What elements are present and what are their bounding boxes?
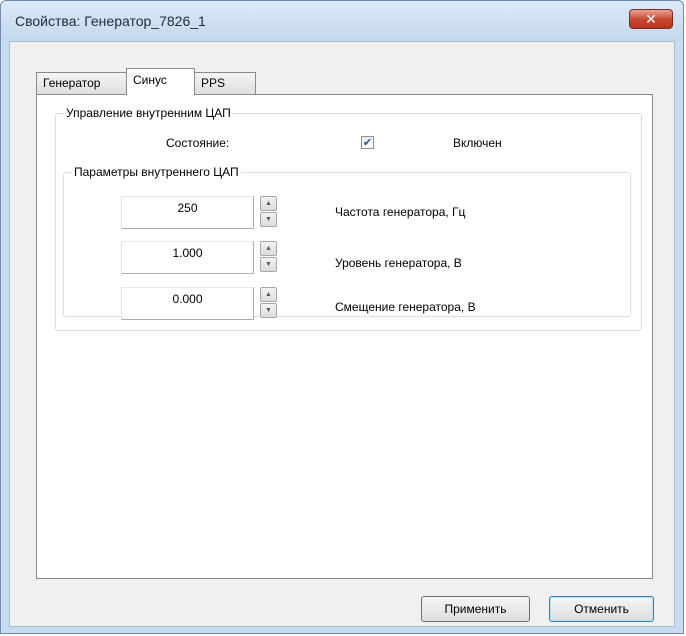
frequency-input[interactable] xyxy=(121,196,254,229)
state-label: Состояние: xyxy=(166,136,230,150)
frequency-spin-up-button[interactable]: ▲ xyxy=(260,196,277,211)
offset-spin-up-button[interactable]: ▲ xyxy=(260,287,277,302)
tab-pps[interactable]: PPS xyxy=(194,72,256,94)
dialog-window: Свойства: Генератор_7826_1 ✕ Генератор С… xyxy=(0,0,684,634)
enabled-label: Включен xyxy=(453,136,502,150)
arrow-down-icon: ▼ xyxy=(265,307,272,314)
title-bar[interactable]: Свойства: Генератор_7826_1 ✕ xyxy=(1,1,683,41)
arrow-up-icon: ▲ xyxy=(265,291,272,298)
level-label: Уровень генератора, В xyxy=(335,256,462,270)
arrow-up-icon: ▲ xyxy=(265,245,272,252)
tab-generator[interactable]: Генератор xyxy=(36,72,127,94)
offset-spinner[interactable]: ▲ ▼ xyxy=(260,287,277,319)
dac-params-legend: Параметры внутреннего ЦАП xyxy=(74,165,239,179)
frequency-spin-down-button[interactable]: ▼ xyxy=(260,212,277,227)
offset-input[interactable] xyxy=(121,287,254,320)
level-spin-down-button[interactable]: ▼ xyxy=(260,257,277,272)
dac-control-legend: Управление внутренним ЦАП xyxy=(66,106,231,120)
tab-sine[interactable]: Синус xyxy=(126,68,195,95)
cancel-button[interactable]: Отменить xyxy=(549,596,654,622)
level-input[interactable] xyxy=(121,241,254,274)
checkmark-icon: ✔ xyxy=(362,137,373,149)
level-spinner[interactable]: ▲ ▼ xyxy=(260,241,277,273)
offset-spin-down-button[interactable]: ▼ xyxy=(260,303,277,318)
window-title: Свойства: Генератор_7826_1 xyxy=(15,13,206,29)
offset-label: Смещение генератора, В xyxy=(335,300,476,314)
frequency-label: Частота генератора, Гц xyxy=(335,205,466,219)
arrow-down-icon: ▼ xyxy=(265,216,272,223)
arrow-up-icon: ▲ xyxy=(265,200,272,207)
apply-button[interactable]: Применить xyxy=(421,596,530,622)
enabled-checkbox[interactable]: ✔ xyxy=(361,136,374,149)
frequency-spinner[interactable]: ▲ ▼ xyxy=(260,196,277,228)
arrow-down-icon: ▼ xyxy=(265,261,272,268)
close-button[interactable]: ✕ xyxy=(629,9,673,29)
level-spin-up-button[interactable]: ▲ xyxy=(260,241,277,256)
tab-panel-sine: Управление внутренним ЦАП Состояние: ✔ В… xyxy=(36,94,653,579)
close-icon: ✕ xyxy=(645,10,657,27)
dialog-client-area: Генератор Синус PPS Управление внутренни… xyxy=(9,41,675,627)
